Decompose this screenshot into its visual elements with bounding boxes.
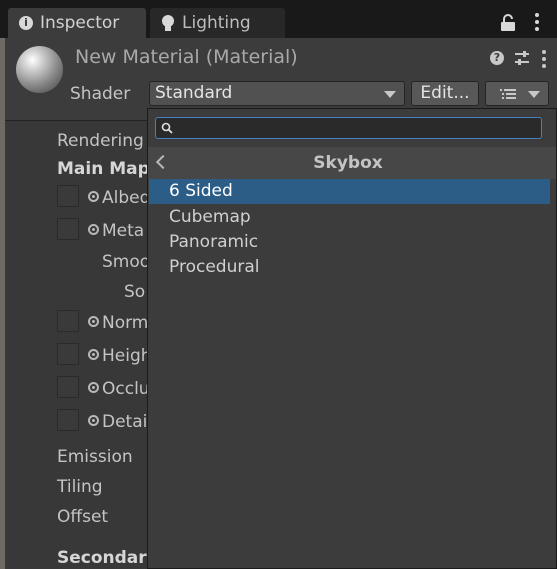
material-title: New Material (Material) — [75, 46, 298, 68]
metallic-texture-slot[interactable] — [57, 218, 79, 240]
lock-icon[interactable] — [500, 14, 516, 32]
shader-option-panoramic[interactable]: Panoramic — [149, 230, 550, 255]
search-icon — [161, 122, 173, 134]
list-icon — [500, 89, 516, 99]
normal-map-label: Norm — [102, 313, 149, 333]
shader-dropdown-value: Standard — [155, 83, 233, 103]
search-field[interactable] — [155, 117, 542, 139]
source-label: So — [124, 282, 146, 302]
metallic-label: Meta — [102, 221, 145, 241]
normal-texture-slot[interactable] — [57, 310, 79, 332]
object-picker-icon[interactable] — [88, 415, 99, 426]
detail-mask-label: Detai — [102, 412, 148, 432]
offset-label: Offset — [57, 507, 109, 527]
emission-label: Emission — [57, 447, 133, 467]
shader-dropdown[interactable]: Standard — [149, 81, 405, 106]
chevron-down-icon — [528, 91, 540, 98]
albedo-texture-slot[interactable] — [57, 185, 79, 207]
tab-lighting-label: Lighting — [182, 13, 251, 33]
albedo-label: Albed — [102, 188, 151, 208]
occlusion-texture-slot[interactable] — [57, 376, 79, 398]
object-picker-icon[interactable] — [88, 349, 99, 360]
detail-mask-texture-slot[interactable] — [57, 409, 79, 431]
object-picker-icon[interactable] — [88, 382, 99, 393]
tab-inspector[interactable]: i Inspector — [8, 8, 146, 38]
presets-sliders-icon[interactable] — [513, 49, 531, 67]
edit-shader-button[interactable]: Edit... — [411, 81, 479, 106]
shader-option-6-sided[interactable]: 6 Sided — [149, 179, 550, 204]
popup-breadcrumb-header: Skybox — [148, 147, 556, 179]
tab-lighting[interactable]: Lighting — [150, 8, 285, 38]
chevron-down-icon — [384, 91, 396, 98]
shader-option-procedural[interactable]: Procedural — [149, 255, 550, 280]
unity-inspector-window: i Inspector Lighting New Material (Mater… — [0, 0, 557, 569]
shader-dropdown-popup: Skybox 6 Sided Cubemap Panoramic Procedu… — [147, 108, 557, 569]
smoothness-label: Smoo — [102, 252, 151, 272]
rendering-mode-label: Rendering — [57, 131, 144, 151]
window-menu-icon[interactable] — [534, 12, 540, 32]
material-preview-sphere — [16, 46, 63, 93]
shader-option-cubemap[interactable]: Cubemap — [149, 205, 550, 230]
shader-list-menu-button[interactable] — [485, 81, 549, 106]
popup-category-title: Skybox — [313, 153, 383, 173]
object-picker-icon[interactable] — [88, 191, 99, 202]
info-icon: i — [19, 16, 33, 30]
object-picker-icon[interactable] — [88, 316, 99, 327]
shader-label: Shader — [70, 84, 131, 104]
occlusion-label: Occlu — [102, 379, 150, 399]
main-maps-heading: Main Map — [57, 159, 150, 179]
tab-strip: i Inspector Lighting — [0, 0, 557, 38]
height-map-label: Heigh — [102, 346, 152, 366]
tab-inspector-label: Inspector — [40, 13, 120, 33]
search-input[interactable] — [176, 119, 540, 139]
secondary-maps-heading: Secondary — [57, 548, 158, 568]
height-texture-slot[interactable] — [57, 343, 79, 365]
object-picker-icon[interactable] — [88, 224, 99, 235]
tiling-label: Tiling — [57, 477, 103, 497]
help-icon[interactable]: ? — [490, 51, 504, 65]
lightbulb-icon — [162, 15, 174, 31]
context-menu-icon[interactable] — [541, 49, 547, 69]
